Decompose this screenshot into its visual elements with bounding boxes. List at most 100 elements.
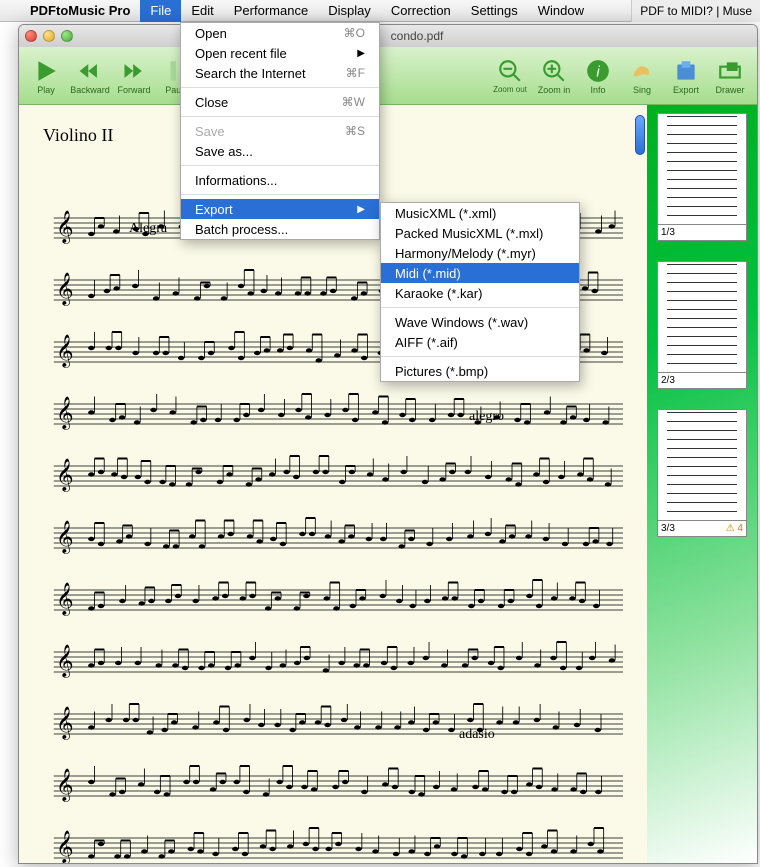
- export-harmony-melody[interactable]: Harmony/Melody (*.myr): [381, 243, 579, 263]
- svg-text:𝄞: 𝄞: [56, 397, 74, 430]
- export-midi[interactable]: Midi (*.mid): [381, 263, 579, 283]
- menu-window[interactable]: Window: [528, 0, 594, 22]
- thumbnail-preview: [658, 262, 746, 372]
- menu-separator: [381, 307, 579, 308]
- info-label: Info: [590, 85, 605, 95]
- export-packed-musicxml[interactable]: Packed MusicXML (*.mxl): [381, 223, 579, 243]
- thumbnail-page-3[interactable]: 3/3 ⚠ 4: [657, 409, 747, 537]
- zoom-out-label: Zoom out: [493, 85, 527, 94]
- export-label: Export: [673, 85, 699, 95]
- staff-line: 𝄞: [43, 516, 623, 556]
- zoom-out-button[interactable]: Zoom out: [489, 57, 531, 94]
- menu-item-save: Save⌘S: [181, 121, 379, 141]
- forward-label: Forward: [117, 85, 150, 95]
- staff-line: 𝄞: [43, 702, 623, 742]
- svg-text:𝄞: 𝄞: [56, 273, 74, 306]
- play-label: Play: [37, 85, 55, 95]
- menu-file[interactable]: File: [140, 0, 181, 22]
- browser-tab[interactable]: PDF to MIDI? | Muse: [631, 0, 760, 22]
- zoom-in-icon: [540, 57, 568, 85]
- svg-text:𝄞: 𝄞: [56, 831, 74, 863]
- traffic-lights: [25, 30, 73, 42]
- export-pictures[interactable]: Pictures (*.bmp): [381, 361, 579, 381]
- staff-line: 𝄞: [43, 578, 623, 618]
- info-button[interactable]: i Info: [577, 57, 619, 95]
- menu-separator: [181, 87, 379, 88]
- export-button[interactable]: Export: [665, 57, 707, 95]
- export-musicxml[interactable]: MusicXML (*.xml): [381, 203, 579, 223]
- backward-icon: [76, 57, 104, 85]
- menu-edit[interactable]: Edit: [181, 0, 223, 22]
- menu-separator: [381, 356, 579, 357]
- backward-button[interactable]: Backward: [69, 57, 111, 95]
- svg-text:𝄞: 𝄞: [56, 335, 74, 368]
- menu-item-export[interactable]: Export▶: [181, 199, 379, 219]
- menu-separator: [181, 194, 379, 195]
- thumbnail-label: 1/3: [661, 227, 675, 238]
- svg-text:𝄞: 𝄞: [56, 583, 74, 616]
- document-window: condo.pdf Play Backward Forward Pause Zo…: [18, 24, 758, 864]
- staff-line: 𝄞: [43, 454, 623, 494]
- window-titlebar[interactable]: condo.pdf: [19, 25, 757, 47]
- thumbnail-label: 3/3: [661, 523, 675, 534]
- menu-performance[interactable]: Performance: [224, 0, 318, 22]
- menu-separator: [181, 165, 379, 166]
- system-menubar: PDFtoMusic Pro File Edit Performance Dis…: [0, 0, 760, 22]
- thumbnail-preview: [658, 410, 746, 520]
- app-name[interactable]: PDFtoMusic Pro: [20, 3, 140, 18]
- menu-item-save-as[interactable]: Save as...: [181, 141, 379, 161]
- sing-button[interactable]: Sing: [621, 57, 663, 95]
- menu-item-informations[interactable]: Informations...: [181, 170, 379, 190]
- staff-line: 𝄞: [43, 764, 623, 804]
- menu-item-batch-process[interactable]: Batch process...: [181, 219, 379, 239]
- forward-button[interactable]: Forward: [113, 57, 155, 95]
- staff-line: 𝄞: [43, 392, 623, 432]
- drawer-button[interactable]: Drawer: [709, 57, 751, 95]
- scrollbar-thumb[interactable]: [635, 115, 645, 155]
- thumbnail-page-2[interactable]: 2/3: [657, 261, 747, 389]
- info-icon: i: [584, 57, 612, 85]
- menu-correction[interactable]: Correction: [381, 0, 461, 22]
- zoom-window-button[interactable]: [61, 30, 73, 42]
- play-button[interactable]: Play: [25, 57, 67, 95]
- thumbnail-label: 2/3: [661, 375, 675, 386]
- menu-item-close[interactable]: Close⌘W: [181, 92, 379, 112]
- menu-item-search-internet[interactable]: Search the Internet⌘F: [181, 63, 379, 83]
- play-icon: [32, 57, 60, 85]
- menu-separator: [181, 116, 379, 117]
- svg-text:𝄞: 𝄞: [56, 707, 74, 740]
- sing-icon: [628, 57, 656, 85]
- svg-text:𝄞: 𝄞: [56, 521, 74, 554]
- backward-label: Backward: [70, 85, 110, 95]
- svg-text:𝄞: 𝄞: [56, 769, 74, 802]
- drawer-icon: [716, 57, 744, 85]
- export-aiff[interactable]: AIFF (*.aif): [381, 332, 579, 352]
- thumbnail-drawer: 1/3 2/3 3/3 ⚠ 4: [647, 105, 757, 863]
- drawer-label: Drawer: [715, 85, 744, 95]
- staff-line: 𝄞: [43, 640, 623, 680]
- export-karaoke[interactable]: Karaoke (*.kar): [381, 283, 579, 303]
- menu-display[interactable]: Display: [318, 0, 381, 22]
- sing-label: Sing: [633, 85, 651, 95]
- export-icon: [672, 57, 700, 85]
- minimize-window-button[interactable]: [43, 30, 55, 42]
- zoom-in-label: Zoom in: [538, 85, 571, 95]
- warning-badge: ⚠ 4: [726, 523, 743, 534]
- thumbnail-page-1[interactable]: 1/3: [657, 113, 747, 241]
- menu-item-open[interactable]: Open⌘O: [181, 23, 379, 43]
- svg-text:𝄞: 𝄞: [56, 645, 74, 678]
- svg-text:𝄞: 𝄞: [56, 211, 74, 244]
- close-window-button[interactable]: [25, 30, 37, 42]
- staff-line: 𝄞: [43, 826, 623, 863]
- svg-text:𝄞: 𝄞: [56, 459, 74, 492]
- export-wave[interactable]: Wave Windows (*.wav): [381, 312, 579, 332]
- file-menu-dropdown: Open⌘O Open recent file▶ Search the Inte…: [180, 22, 380, 240]
- thumbnail-preview: [658, 114, 746, 224]
- toolbar: Play Backward Forward Pause Zoom out Zoo…: [19, 47, 757, 105]
- export-submenu: MusicXML (*.xml) Packed MusicXML (*.mxl)…: [380, 202, 580, 382]
- zoom-out-icon: [496, 57, 524, 85]
- forward-icon: [120, 57, 148, 85]
- menu-item-open-recent[interactable]: Open recent file▶: [181, 43, 379, 63]
- menu-settings[interactable]: Settings: [461, 0, 528, 22]
- zoom-in-button[interactable]: Zoom in: [533, 57, 575, 95]
